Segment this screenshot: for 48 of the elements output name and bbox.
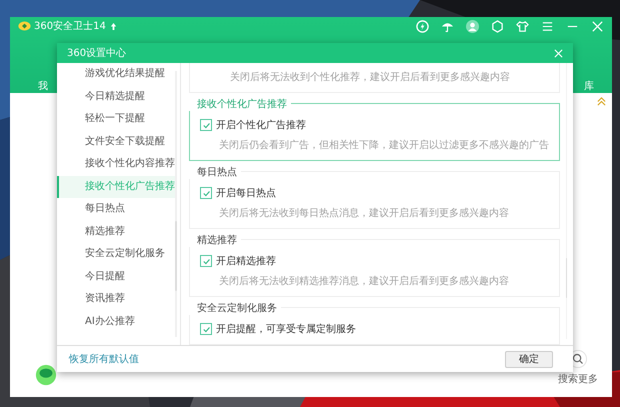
- collapse-chevron-icon[interactable]: [597, 97, 606, 106]
- group-title: 安全云定制化服务: [189, 301, 281, 315]
- sidebar-item[interactable]: 今日提醒: [57, 266, 175, 288]
- checkbox-label: 开启每日热点: [216, 186, 276, 200]
- search-more-label[interactable]: 搜索更多: [558, 372, 598, 386]
- sidebar-item[interactable]: 文件安全下载提醒: [57, 130, 175, 153]
- sidebar-item[interactable]: 精选推荐: [57, 220, 175, 243]
- group-title: 接收个性化广告推荐: [189, 97, 291, 111]
- checkmark-icon: [202, 324, 210, 334]
- sidebar-item[interactable]: AI办公推荐: [57, 310, 175, 333]
- sidebar-item[interactable]: 游戏优化结果提醒: [57, 63, 175, 86]
- description-text: 关闭后仍会看到广告，但相关性下降，建议开启以过滤更多不感兴趣的广告: [218, 138, 549, 152]
- checkbox-label: 开启精选推荐: [216, 254, 276, 268]
- checkbox[interactable]: [200, 255, 212, 267]
- sidebar-item[interactable]: 接收个性化内容推荐: [57, 153, 175, 176]
- sidebar-item[interactable]: 资讯推荐: [57, 288, 175, 310]
- sidebar-item[interactable]: 每日热点: [57, 198, 175, 220]
- checkbox-label: 开启个性化广告推荐: [216, 118, 306, 132]
- hexagon-icon[interactable]: [491, 20, 504, 32]
- description-text: 关闭后将无法收到每日热点消息，建议开启后看到更多感兴趣内容: [218, 206, 510, 220]
- checkbox-label: 开启提醒，可享受专属定制服务: [216, 322, 356, 336]
- sidebar-item[interactable]: 安全云定制化服务: [57, 243, 175, 266]
- checkbox[interactable]: [200, 323, 212, 335]
- checkbox[interactable]: [200, 187, 212, 199]
- close-icon[interactable]: [554, 48, 563, 58]
- checkbox[interactable]: [200, 119, 212, 131]
- avatar-icon[interactable]: [466, 20, 479, 32]
- lightning-icon[interactable]: [416, 20, 429, 32]
- menu-icon[interactable]: [541, 20, 554, 32]
- group-title: 精选推荐: [189, 233, 241, 247]
- orb-icon[interactable]: [35, 364, 57, 386]
- sidebar-item[interactable]: 今日精选提醒: [57, 86, 175, 108]
- dialog-title: 360设置中心: [67, 46, 126, 60]
- description-text: 关闭后将无法收到精选推荐消息，建议开启后看到更多感兴趣内容: [218, 274, 510, 288]
- description-text: 关闭后将无法收到个性化推荐，建议开启后看到更多感兴趣内容: [230, 70, 511, 84]
- sidebar-item[interactable]: 轻松一下提醒: [57, 108, 175, 130]
- group-title: 每日热点: [189, 165, 241, 179]
- checkmark-icon: [202, 120, 210, 130]
- scrollbar[interactable]: [175, 71, 177, 337]
- shield-logo-icon: [18, 21, 31, 31]
- ok-button[interactable]: 确定: [505, 350, 553, 368]
- checkmark-icon: [202, 188, 210, 198]
- upgrade-arrow-icon[interactable]: [110, 22, 117, 30]
- restore-defaults-link[interactable]: 恢复所有默认值: [69, 352, 139, 366]
- checkmark-icon: [202, 256, 210, 266]
- close-icon[interactable]: [591, 20, 604, 32]
- app-title: 360安全卫士14: [34, 20, 106, 33]
- shirt-icon[interactable]: [516, 20, 529, 32]
